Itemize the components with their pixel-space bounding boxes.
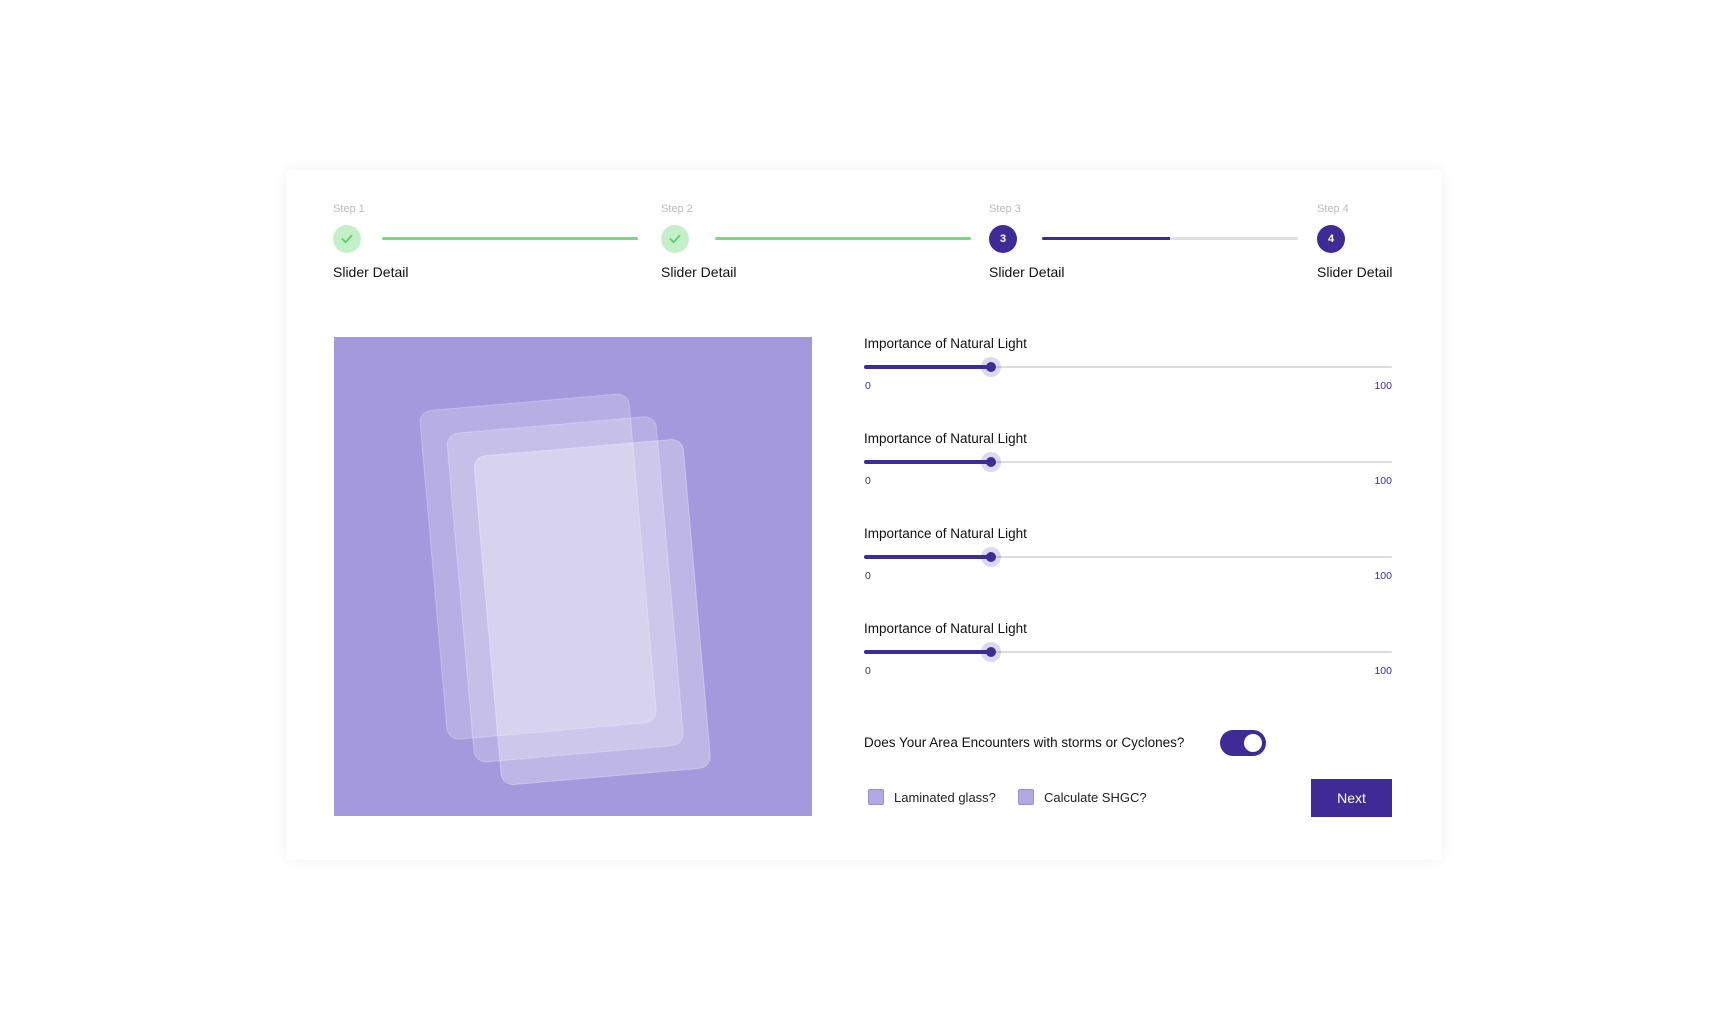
slider-thumb[interactable]	[980, 642, 1001, 662]
step-2-caption: Step 2	[661, 203, 693, 215]
slider-max-label: 100	[1374, 665, 1392, 677]
storm-question: Does Your Area Encounters with storms or…	[864, 735, 1185, 750]
step-3-caption: Step 3	[989, 203, 1021, 215]
slider-natural-light-3: Importance of Natural Light 0 100	[864, 526, 1392, 606]
slider-label: Importance of Natural Light	[864, 621, 1027, 636]
calculate-shgc-checkbox[interactable]	[1018, 789, 1034, 805]
slider-label: Importance of Natural Light	[864, 431, 1027, 446]
step-1-indicator[interactable]	[333, 225, 361, 253]
slider-fill	[864, 365, 991, 369]
laminated-glass-checkbox[interactable]	[868, 789, 884, 805]
calculate-shgc-option[interactable]: Calculate SHGC?	[1018, 789, 1147, 805]
slider-thumb[interactable]	[980, 547, 1001, 567]
step-2-connector-fill	[715, 237, 971, 240]
glass-preview	[334, 337, 812, 816]
slider-track[interactable]	[864, 357, 1392, 377]
wizard-card: Step 1 Slider Detail Step 2 Slider Detai…	[286, 170, 1442, 860]
slider-max-label: 100	[1374, 570, 1392, 582]
step-1-connector	[382, 237, 638, 240]
slider-track[interactable]	[864, 452, 1392, 472]
slider-natural-light-2: Importance of Natural Light 0 100	[864, 431, 1392, 511]
laminated-glass-label: Laminated glass?	[894, 789, 996, 805]
storm-toggle[interactable]	[1220, 730, 1266, 756]
step-1-connector-fill	[382, 237, 638, 240]
step-3-indicator[interactable]: 3	[989, 225, 1017, 253]
stepper: Step 1 Slider Detail Step 2 Slider Detai…	[286, 170, 1442, 290]
step-1-title: Slider Detail	[333, 264, 409, 280]
step-4-title: Slider Detail	[1317, 264, 1393, 280]
calculate-shgc-label: Calculate SHGC?	[1044, 789, 1147, 805]
step-2-indicator[interactable]	[661, 225, 689, 253]
slider-min-label: 0	[865, 570, 871, 582]
slider-min-label: 0	[865, 665, 871, 677]
step-2-title: Slider Detail	[661, 264, 737, 280]
slider-natural-light-4: Importance of Natural Light 0 100	[864, 621, 1392, 701]
toggle-knob	[1244, 734, 1262, 752]
slider-thumb[interactable]	[980, 452, 1001, 472]
slider-thumb[interactable]	[980, 357, 1001, 377]
slider-fill	[864, 650, 991, 654]
step-3-connector	[1042, 237, 1298, 240]
slider-label: Importance of Natural Light	[864, 336, 1027, 351]
slider-max-label: 100	[1374, 380, 1392, 392]
laminated-glass-option[interactable]: Laminated glass?	[868, 789, 996, 805]
next-button[interactable]: Next	[1311, 779, 1392, 817]
slider-min-label: 0	[865, 475, 871, 487]
slider-fill	[864, 460, 991, 464]
slider-track[interactable]	[864, 547, 1392, 567]
step-3-connector-fill	[1042, 237, 1170, 240]
slider-fill	[864, 555, 991, 559]
check-icon	[341, 234, 353, 244]
step-4-indicator[interactable]: 4	[1317, 225, 1345, 253]
step-1-caption: Step 1	[333, 203, 365, 215]
step-4-caption: Step 4	[1317, 203, 1349, 215]
slider-label: Importance of Natural Light	[864, 526, 1027, 541]
slider-natural-light-1: Importance of Natural Light 0 100	[864, 336, 1392, 416]
glass-panes-illustration	[419, 393, 711, 786]
slider-min-label: 0	[865, 380, 871, 392]
slider-max-label: 100	[1374, 475, 1392, 487]
step-3-title: Slider Detail	[989, 264, 1065, 280]
check-icon	[669, 234, 681, 244]
step-2-connector	[715, 237, 971, 240]
slider-track[interactable]	[864, 642, 1392, 662]
